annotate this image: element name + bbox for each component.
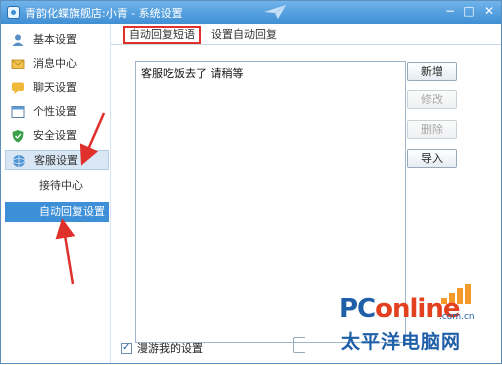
brand-pc: PC [339,294,376,324]
shield-icon [12,130,24,143]
paper-plane-icon [264,4,287,19]
add-button[interactable]: 新增 [407,62,457,81]
maximize-button[interactable]: □ [460,3,478,19]
sidebar-subitem-label: 接待中心 [39,179,83,192]
partial-button[interactable] [293,337,305,353]
settings-window: 青韵化蝶旗舰店:小青 - 系统设置 − □ ✕ 基本设置 消息中心 聊天设置 个… [0,0,502,364]
edit-button[interactable]: 修改 [407,90,457,109]
window-icon [11,106,25,118]
sidebar-item-basic[interactable]: 基本设置 [5,30,109,50]
close-button[interactable]: ✕ [480,3,498,19]
sidebar-subitem-auto-reply[interactable]: 自动回复设置 [5,202,109,222]
sidebar-item-label: 基本设置 [33,33,77,46]
settings-sidebar: 基本设置 消息中心 聊天设置 个性设置 安全设置 客服设置 接待中心 自动回复设… [1,24,111,363]
tab-bar: 自动回复短语 设置自动回复 [111,24,501,45]
title-bar[interactable]: 青韵化蝶旗舰店:小青 - 系统设置 − □ ✕ [1,1,501,24]
sidebar-item-chat[interactable]: 聊天设置 [5,78,109,98]
sidebar-subitem-label: 自动回复设置 [39,205,105,218]
import-button[interactable]: 导入 [407,149,457,168]
sidebar-item-security[interactable]: 安全设置 [5,126,109,146]
tab-auto-reply-phrases[interactable]: 自动回复短语 [123,26,201,44]
tab-set-auto-reply[interactable]: 设置自动回复 [207,26,281,43]
watermark-domain: .com.cn [439,312,475,322]
sidebar-item-label: 消息中心 [33,57,77,70]
phrase-item[interactable]: 客服吃饭去了 请稍等 [141,65,244,81]
envelope-icon [11,59,25,69]
sidebar-item-customer-service[interactable]: 客服设置 [5,150,109,170]
sidebar-item-messages[interactable]: 消息中心 [5,54,109,74]
app-icon [7,6,20,19]
checkbox-box[interactable] [121,341,132,355]
person-icon [12,34,24,46]
sidebar-item-label: 个性设置 [33,105,77,118]
sidebar-item-label: 客服设置 [34,154,78,167]
minimize-button[interactable]: − [441,3,459,19]
pconline-watermark: PConline .com.cn 太平洋电脑网 [331,284,501,362]
watermark-chinese: 太平洋电脑网 [341,331,462,353]
window-title: 青韵化蝶旗舰店:小青 - 系统设置 [25,7,183,20]
chat-icon [12,82,24,94]
sidebar-item-label: 聊天设置 [33,81,77,94]
sidebar-subitem-reception-center[interactable]: 接待中心 [5,176,109,196]
delete-button[interactable]: 删除 [407,120,457,139]
sidebar-item-personal[interactable]: 个性设置 [5,102,109,122]
sidebar-item-label: 安全设置 [33,129,77,142]
roaming-checkbox-label: 漫游我的设置 [137,342,203,355]
globe-icon [12,155,26,167]
